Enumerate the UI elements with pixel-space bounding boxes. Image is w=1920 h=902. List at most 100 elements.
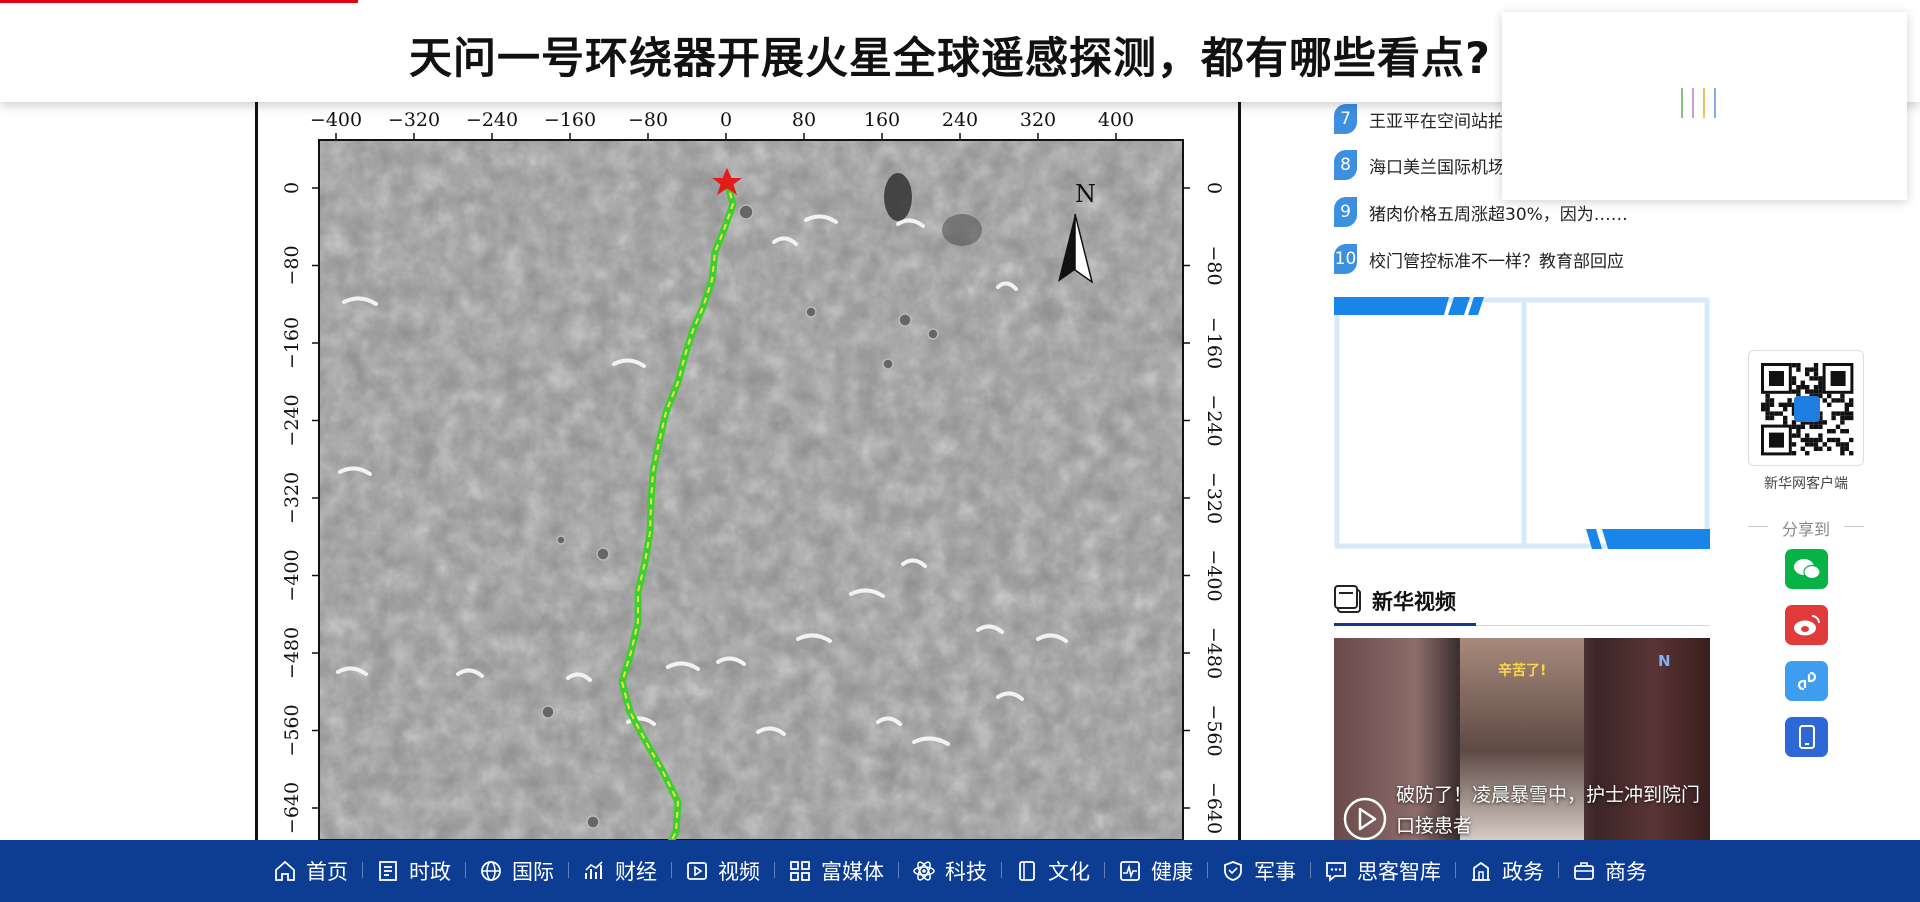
axis-tick-label: −400 xyxy=(281,549,303,601)
nav-item[interactable]: 文化 xyxy=(1001,856,1104,886)
axis-tick-label: 400 xyxy=(1098,109,1134,131)
nav-item[interactable]: 军事 xyxy=(1207,856,1310,886)
headline-link[interactable]: 猪肉价格五周涨超30%，因为…… xyxy=(1369,200,1628,225)
rank-badge: 8 xyxy=(1334,150,1357,180)
chart-icon xyxy=(585,861,603,879)
building-icon xyxy=(1472,861,1490,881)
nav-item[interactable]: 视频 xyxy=(671,856,774,886)
list-item[interactable]: 9 猪肉价格五周涨超30%，因为…… xyxy=(1334,197,1628,227)
axis-tick-label: −480 xyxy=(1203,627,1225,679)
share-label: 分享到 xyxy=(1748,516,1864,540)
video-card[interactable]: 辛苦了! N 破防了！凌晨暴雪中，护士冲到院门口接患者 xyxy=(1334,638,1710,842)
nav-item-label: 科技 xyxy=(945,860,987,884)
section-underline xyxy=(1334,623,1476,626)
video-section-icon xyxy=(1334,585,1361,613)
nav-item-label: 文化 xyxy=(1048,860,1090,884)
rover-traverse-map-figure: −400 −320 −240 −160 −80 0 80 160 240 320 400 0 −80 −… xyxy=(255,102,1241,842)
nav-item[interactable]: 财经 xyxy=(568,856,671,886)
axis-tick-label: 80 xyxy=(792,109,816,131)
headline-link[interactable]: 海口美兰国际机场 xyxy=(1369,153,1505,178)
nav-item-label: 富媒体 xyxy=(821,860,884,884)
rank-badge: 7 xyxy=(1334,104,1357,134)
axis-tick-label: −80 xyxy=(628,109,668,131)
nav-item[interactable]: 健康 xyxy=(1104,856,1207,886)
axis-tick-label: 0 xyxy=(720,109,732,131)
axis-tick-label: −240 xyxy=(1203,394,1225,446)
video-section-header: 新华视频 xyxy=(1334,580,1710,626)
axis-tick-label: −160 xyxy=(1203,317,1225,369)
axis-tick-label: −400 xyxy=(1203,549,1225,601)
nav-item-label: 国际 xyxy=(512,860,554,884)
list-item[interactable]: 7 王亚平在空间站拍 xyxy=(1334,104,1505,134)
bottom-navigation: 首页 时政 国际 财经 视频 富媒体 科技 文化 健康 军事 思客智库 政务 商务 xyxy=(0,840,1920,902)
nav-item[interactable]: 商务 xyxy=(1558,856,1661,886)
axis-tick-label: −240 xyxy=(466,109,518,131)
weibo-icon xyxy=(1793,615,1820,636)
qr-code-icon xyxy=(1761,363,1854,456)
video-icon xyxy=(687,862,707,880)
grid-icon xyxy=(790,861,810,881)
nav-item-label: 政务 xyxy=(1502,860,1544,884)
nav-item-label: 健康 xyxy=(1151,860,1193,884)
nav-item-label: 商务 xyxy=(1605,860,1647,884)
nav-item[interactable]: 时政 xyxy=(362,856,465,886)
nav-item-label: 思客智库 xyxy=(1357,860,1441,884)
axis-tick-label: −400 xyxy=(310,109,362,131)
axis-tick-label: −560 xyxy=(281,704,303,756)
axis-tick-label: 160 xyxy=(864,109,900,131)
axis-tick-label: −640 xyxy=(1203,782,1225,834)
nav-item[interactable]: 富媒体 xyxy=(774,856,898,886)
reading-progress-bar xyxy=(0,0,358,3)
nav-item[interactable]: 思客智库 xyxy=(1310,856,1455,886)
nav-item-label: 时政 xyxy=(409,860,451,884)
promo-banner[interactable] xyxy=(1334,297,1710,549)
loading-icon xyxy=(1681,88,1716,118)
share-mobile-button[interactable] xyxy=(1785,717,1828,757)
axis-tick-label: −560 xyxy=(1203,704,1225,756)
nav-item[interactable]: 国际 xyxy=(465,856,568,886)
axis-tick-label: −320 xyxy=(1203,472,1225,524)
nav-item-label: 首页 xyxy=(306,860,348,884)
axis-tick-label: −480 xyxy=(281,627,303,679)
wechat-icon xyxy=(1793,559,1821,580)
axis-tick-label: −640 xyxy=(281,782,303,834)
atom-icon xyxy=(913,861,935,881)
headline-link[interactable]: 校门管控标准不一样？教育部回应 xyxy=(1369,247,1624,272)
nav-item[interactable]: 政务 xyxy=(1455,856,1558,886)
qr-label: 新华网客户端 xyxy=(1764,476,1848,492)
traverse-map: −400 −320 −240 −160 −80 0 80 160 240 320 400 0 −80 −… xyxy=(281,109,1225,842)
book-icon xyxy=(1019,861,1035,881)
share-miniapp-button[interactable] xyxy=(1785,661,1828,701)
axis-tick-label: −80 xyxy=(281,245,303,285)
list-item[interactable]: 8 海口美兰国际机场 xyxy=(1334,150,1505,180)
nav-item[interactable]: 首页 xyxy=(259,856,362,886)
home-icon xyxy=(275,860,295,881)
channel-logo: N xyxy=(1658,652,1671,670)
qr-code xyxy=(1748,350,1864,466)
nav-item[interactable]: 科技 xyxy=(898,856,1001,886)
axis-tick-label: 240 xyxy=(942,109,978,131)
popup-panel[interactable] xyxy=(1502,12,1907,200)
nav-item-label: 财经 xyxy=(615,860,657,884)
document-icon xyxy=(379,861,397,881)
link-icon xyxy=(1797,671,1816,691)
nav-item-label: 军事 xyxy=(1254,860,1296,884)
globe-icon xyxy=(481,861,501,881)
axis-tick-label: 320 xyxy=(1020,109,1056,131)
rank-badge: 9 xyxy=(1334,197,1357,227)
share-weibo-button[interactable] xyxy=(1785,605,1828,645)
share-wechat-button[interactable] xyxy=(1785,549,1828,589)
axis-tick-label: −160 xyxy=(281,317,303,369)
play-icon[interactable] xyxy=(1342,796,1388,842)
list-item[interactable]: 10 校门管控标准不一样？教育部回应 xyxy=(1334,244,1624,274)
headline-link[interactable]: 王亚平在空间站拍 xyxy=(1369,107,1505,132)
phone-icon xyxy=(1798,725,1815,749)
axis-tick-label: 0 xyxy=(1203,182,1225,194)
axis-tick-label: 0 xyxy=(281,182,303,194)
video-section-title: 新华视频 xyxy=(1372,590,1456,614)
briefcase-icon xyxy=(1574,862,1594,880)
shield-icon xyxy=(1224,861,1242,881)
rank-badge: 10 xyxy=(1334,244,1357,274)
thumbnail-caption: 辛苦了! xyxy=(1498,663,1547,679)
video-caption: 破防了！凌晨暴雪中，护士冲到院门口接患者 xyxy=(1396,784,1701,837)
